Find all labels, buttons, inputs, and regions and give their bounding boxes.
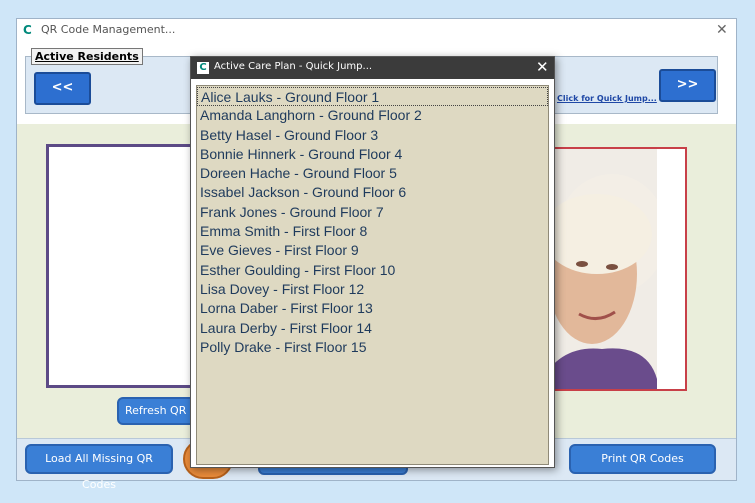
resident-list-item[interactable]: Lorna Daber - First Floor 13 bbox=[197, 299, 548, 318]
resident-list-item[interactable]: Polly Drake - First Floor 15 bbox=[197, 338, 548, 357]
resident-list-item[interactable]: Emma Smith - First Floor 8 bbox=[197, 222, 548, 241]
close-icon[interactable]: ✕ bbox=[536, 58, 549, 76]
resident-list[interactable]: Alice Lauks - Ground Floor 1 Amanda Langh… bbox=[196, 85, 549, 465]
resident-list-item[interactable]: Eve Gieves - First Floor 9 bbox=[197, 241, 548, 260]
dialog-title: Active Care Plan - Quick Jump... bbox=[214, 61, 373, 72]
resident-list-item[interactable]: Laura Derby - First Floor 14 bbox=[197, 319, 548, 338]
print-qr-codes-button[interactable]: Print QR Codes bbox=[569, 444, 716, 474]
dialog-titlebar: C Active Care Plan - Quick Jump... ✕ bbox=[191, 57, 554, 79]
window-title: QR Code Management... bbox=[41, 23, 176, 36]
resident-list-item[interactable]: Doreen Hache - Ground Floor 5 bbox=[197, 164, 548, 183]
resident-list-item[interactable]: Frank Jones - Ground Floor 7 bbox=[197, 203, 548, 222]
resident-list-item[interactable]: Betty Hasel - Ground Floor 3 bbox=[197, 126, 548, 145]
resident-list-item[interactable]: Alice Lauks - Ground Floor 1 bbox=[197, 87, 548, 107]
next-resident-button[interactable]: >> bbox=[659, 69, 716, 102]
resident-list-item[interactable]: Esther Goulding - First Floor 10 bbox=[197, 261, 548, 280]
resident-list-item[interactable]: Issabel Jackson - Ground Floor 6 bbox=[197, 183, 548, 202]
resident-list-item[interactable]: Amanda Langhorn - Ground Floor 2 bbox=[197, 106, 548, 125]
quick-jump-dialog: C Active Care Plan - Quick Jump... ✕ Ali… bbox=[190, 56, 555, 468]
load-all-missing-qr-codes-button[interactable]: Load All Missing QR Codes bbox=[25, 444, 173, 491]
app-logo-icon: C bbox=[23, 23, 32, 37]
active-residents-label: Active Residents bbox=[31, 48, 143, 65]
previous-resident-button[interactable]: << bbox=[34, 72, 91, 105]
resident-list-item[interactable]: Lisa Dovey - First Floor 12 bbox=[197, 280, 548, 299]
close-icon[interactable]: ✕ bbox=[716, 22, 728, 38]
resident-list-item[interactable]: Bonnie Hinnerk - Ground Floor 4 bbox=[197, 145, 548, 164]
quick-jump-link[interactable]: Click for Quick Jump... bbox=[557, 94, 657, 103]
main-titlebar: C QR Code Management... ✕ bbox=[17, 19, 736, 43]
app-logo-icon: C bbox=[197, 62, 209, 74]
